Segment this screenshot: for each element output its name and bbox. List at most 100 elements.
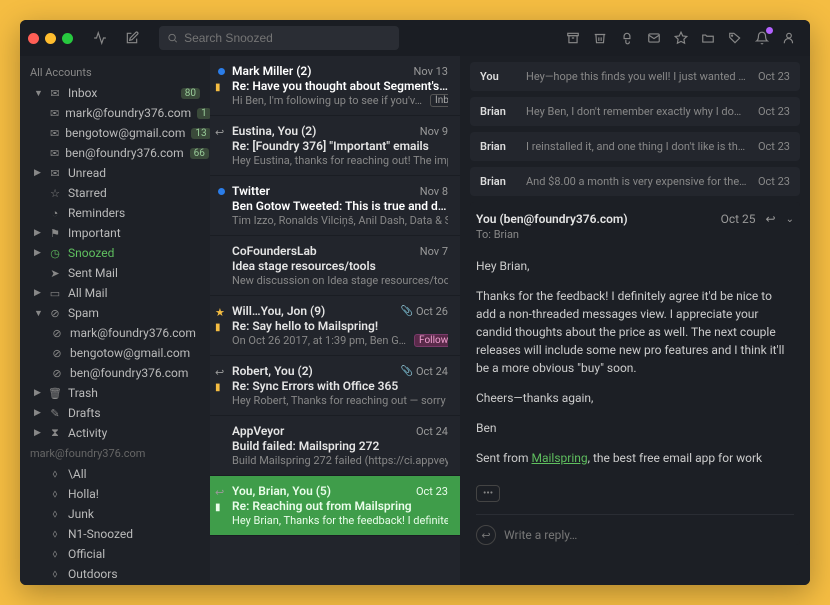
mark-read-icon[interactable]: [641, 25, 667, 51]
sidebar-label[interactable]: ⬨Official: [20, 544, 210, 564]
inbox-pill: Inbox: [430, 94, 448, 107]
thread-item-selected[interactable]: ↩ ▮ You, Brian, You (5)Oct 23 Re: Reachi…: [210, 476, 460, 536]
mail-icon: ✉: [48, 167, 62, 180]
sidebar-snoozed[interactable]: ▶◷Snoozed: [20, 243, 210, 263]
sidebar-item-label: Trash: [68, 386, 98, 400]
notifications-icon[interactable]: [749, 25, 775, 51]
collapsed-message[interactable]: You Hey—hope this finds you well! I just…: [470, 62, 800, 91]
show-quoted-button[interactable]: •••: [476, 485, 500, 502]
sidebar-item-label: Junk: [68, 507, 94, 521]
sidebar-item-label: Snoozed: [68, 246, 114, 260]
count-badge: 66: [190, 148, 209, 159]
bell-icon: ◔: [48, 207, 62, 220]
compose-icon[interactable]: [119, 25, 145, 51]
sidebar-spam-child[interactable]: ⊘ben@foundry376.com: [20, 363, 210, 383]
thread-from: Will…You, Jon (9): [232, 304, 325, 318]
trash-icon[interactable]: [587, 25, 613, 51]
collapsed-message[interactable]: Brian And $8.00 a month is very expensiv…: [470, 167, 800, 196]
thread-subject: Ben Gotow Tweeted: This is true and des…: [232, 199, 448, 213]
sidebar-reminders[interactable]: ◔Reminders: [20, 203, 210, 223]
search-input[interactable]: [184, 31, 391, 45]
thread-item[interactable]: TwitterNov 8 Ben Gotow Tweeted: This is …: [210, 176, 460, 236]
sidebar-item-label: mark@foundry376.com: [65, 106, 191, 120]
search-box[interactable]: [159, 26, 399, 50]
collapsed-message[interactable]: Brian I reinstalled it, and one thing I …: [470, 132, 800, 161]
sidebar-label[interactable]: ⬨ Junk: [20, 504, 210, 524]
sidebar-important[interactable]: ▶⚑Important: [20, 223, 210, 243]
profile-icon[interactable]: [776, 25, 802, 51]
body-signature: Ben: [476, 419, 794, 437]
sidebar-label[interactable]: ⬨Test Mail: [20, 584, 210, 585]
sidebar-item-label: bengotow@gmail.com: [70, 346, 190, 360]
sidebar-labels-header: mark@foundry376.com: [20, 443, 210, 464]
spam-icon[interactable]: [614, 25, 640, 51]
sidebar-label[interactable]: ⬨Outdoors: [20, 564, 210, 584]
thread-from: You, Brian, You (5): [232, 484, 331, 498]
thread-item[interactable]: ★ ▮ Will…You, Jon (9)📎Oct 26 Re: Say hel…: [210, 296, 460, 356]
thread-list: ▮ Mark Miller (2)Nov 13 Re: Have you tho…: [210, 56, 460, 585]
sidebar-unread[interactable]: ▶✉Unread: [20, 163, 210, 183]
sidebar-sent[interactable]: ➤Sent Mail: [20, 263, 210, 283]
sidebar-spam[interactable]: ▼⊘Spam: [20, 303, 210, 323]
thread-item[interactable]: AppVeyorOct 24 Build failed: Mailspring …: [210, 416, 460, 476]
tag-icon: ⬨: [48, 507, 62, 521]
zoom-window[interactable]: [62, 33, 73, 44]
activity-icon[interactable]: [87, 25, 113, 51]
minimize-window[interactable]: [45, 33, 56, 44]
message-snippet: I reinstalled it, and one thing I don't …: [526, 140, 748, 153]
thread-item[interactable]: ↩ Eustina, You (2)Nov 9 Re: [Foundry 376…: [210, 116, 460, 176]
tag-icon: ▮: [215, 502, 221, 513]
mail-icon: ✉: [50, 127, 59, 140]
inbox-count-badge: 80: [181, 88, 200, 99]
thread-item[interactable]: ↩ ▮ Robert, You (2)📎Oct 24 Re: Sync Erro…: [210, 356, 460, 416]
sidebar-spam-child[interactable]: ⊘mark@foundry376.com: [20, 323, 210, 343]
tag-icon: ▮: [215, 82, 221, 93]
attachment-icon: 📎: [401, 366, 413, 377]
reply-icon[interactable]: ↩: [766, 212, 776, 226]
sidebar-inbox[interactable]: ▼ ✉ Inbox 80: [20, 83, 210, 103]
collapsed-message[interactable]: Brian Hey Ben, I don't remember exactly …: [470, 97, 800, 126]
sidebar-activity[interactable]: ▶⧗Activity: [20, 423, 210, 443]
titlebar: [20, 20, 810, 56]
count-badge: 1: [197, 108, 210, 119]
sidebar-item-label: Official: [68, 547, 105, 561]
message-sender: Brian: [480, 140, 516, 153]
label-icon[interactable]: [722, 25, 748, 51]
thread-subject: Re: Reaching out from Mailspring: [232, 499, 448, 513]
sidebar-spam-child[interactable]: ⊘bengotow@gmail.com: [20, 343, 210, 363]
tag-icon: ⬨: [48, 567, 62, 581]
thread-date: Oct 23: [416, 485, 448, 498]
thread-item[interactable]: ▮ Mark Miller (2)Nov 13 Re: Have you tho…: [210, 56, 460, 116]
sidebar-account[interactable]: ✉mark@foundry376.com1: [20, 103, 210, 123]
sidebar-trash[interactable]: ▶🗑Trash: [20, 383, 210, 403]
mailspring-link[interactable]: Mailspring: [531, 451, 587, 465]
sidebar-drafts[interactable]: ▶✎Drafts: [20, 403, 210, 423]
sidebar-starred[interactable]: ☆Starred: [20, 183, 210, 203]
unread-dot-icon: [218, 68, 225, 75]
thread-date: 📎Oct 26: [401, 305, 448, 318]
sidebar-label[interactable]: ⬨N1-Snoozed: [20, 524, 210, 544]
sidebar-header: All Accounts: [20, 62, 210, 83]
spam-icon: ⊘: [48, 307, 62, 320]
star-icon: ☆: [48, 187, 62, 200]
window-controls: [28, 33, 73, 44]
sidebar-label[interactable]: ⬨Holla!: [20, 484, 210, 504]
unread-dot-icon: [218, 188, 225, 195]
sidebar-account[interactable]: ✉ben@foundry376.com66: [20, 143, 210, 163]
star-icon[interactable]: [668, 25, 694, 51]
message-from: You (ben@foundry376.com): [476, 212, 628, 226]
close-window[interactable]: [28, 33, 39, 44]
message-date: Oct 23: [758, 70, 790, 83]
thread-item[interactable]: CoFoundersLabNov 7 Idea stage resources/…: [210, 236, 460, 296]
sidebar-label[interactable]: ⬨\All: [20, 464, 210, 484]
sidebar-account[interactable]: ✉bengotow@gmail.com13: [20, 123, 210, 143]
move-folder-icon[interactable]: [695, 25, 721, 51]
message-snippet: And $8.00 a month is very expensive for …: [526, 175, 748, 188]
sidebar-allmail[interactable]: ▶▭All Mail: [20, 283, 210, 303]
chevron-down-icon[interactable]: ⌄: [786, 214, 794, 225]
thread-from: Eustina, You (2): [232, 124, 316, 138]
reply-composer[interactable]: ↩ Write a reply…: [476, 514, 794, 545]
message-snippet: Hey—hope this finds you well! I just wan…: [526, 70, 748, 83]
archive-icon[interactable]: [560, 25, 586, 51]
activity-icon: ⧗: [48, 426, 62, 440]
